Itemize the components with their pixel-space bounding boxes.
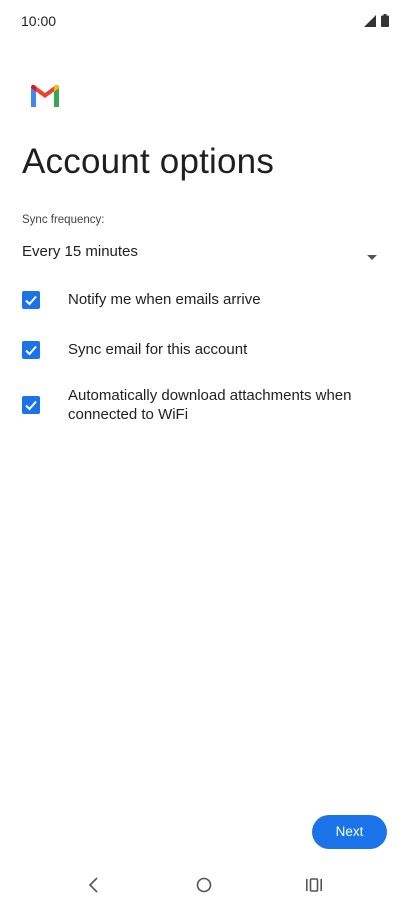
battery-icon	[381, 14, 389, 32]
status-time: 10:00	[21, 13, 57, 29]
sync-email-checkbox[interactable]	[22, 341, 40, 359]
screen: 10:00 Account options Sync frequency: Ev…	[0, 0, 409, 910]
status-icons	[364, 14, 389, 32]
signal-icon	[364, 14, 376, 32]
navigation-bar	[0, 868, 409, 908]
dropdown-arrow-icon	[367, 247, 377, 265]
option-label: Notify me when emails arrive	[68, 291, 261, 308]
gmail-logo	[29, 83, 61, 107]
recents-icon[interactable]	[305, 876, 323, 899]
option-label: Automatically download attachments when …	[68, 387, 352, 423]
option-notify-emails[interactable]: Notify me when emails arrive	[22, 290, 387, 310]
option-label: Sync email for this account	[68, 341, 248, 358]
download-attachments-checkbox[interactable]	[22, 396, 40, 414]
sync-frequency-value: Every 15 minutes	[22, 243, 138, 260]
notify-checkbox[interactable]	[22, 291, 40, 309]
next-button[interactable]: Next	[312, 815, 387, 849]
sync-frequency-dropdown[interactable]: Every 15 minutes	[22, 238, 387, 266]
page-title: Account options	[22, 142, 275, 181]
back-icon[interactable]	[87, 876, 101, 899]
option-sync-email[interactable]: Sync email for this account	[22, 340, 387, 360]
home-icon[interactable]	[195, 876, 213, 899]
option-download-attachments[interactable]: Automatically download attachments when …	[22, 386, 387, 426]
sync-frequency-label: Sync frequency:	[22, 214, 105, 226]
status-bar: 10:00	[0, 0, 409, 44]
